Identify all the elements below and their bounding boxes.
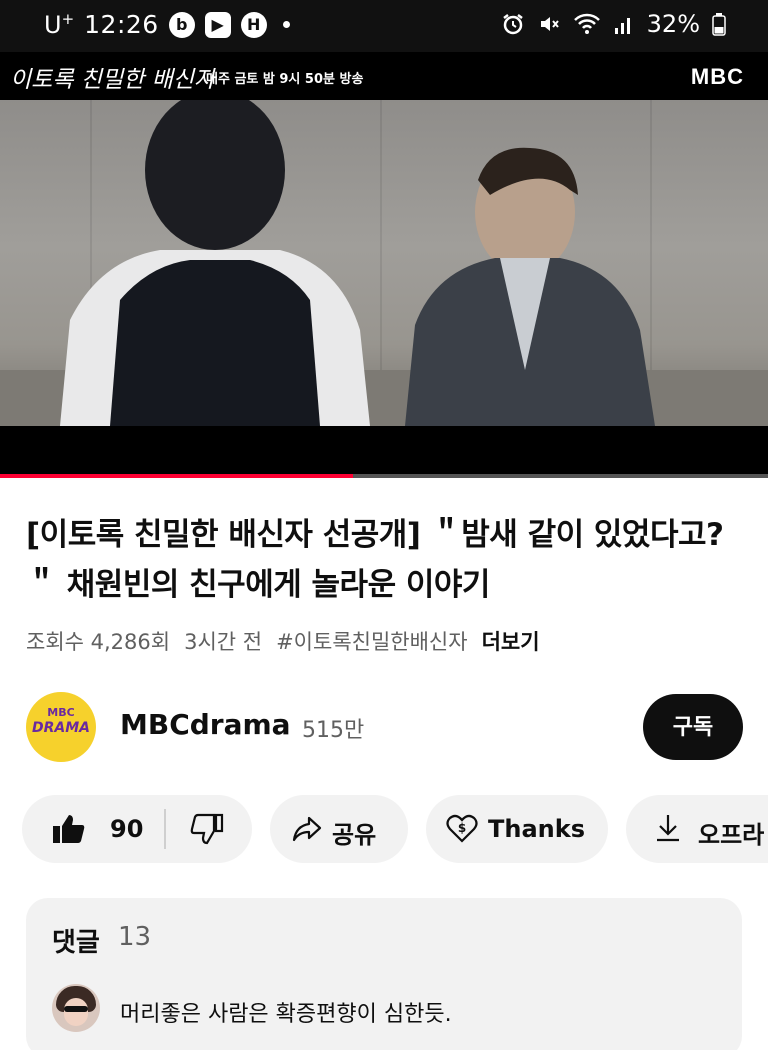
top-comment-text: 머리좋은 사람은 확증편향이 심한듯. [120, 1002, 452, 1027]
wifi-icon [573, 12, 601, 36]
dislike-button[interactable] [190, 813, 224, 845]
action-bar: 90 공유 $ Thanks 오프라 [22, 795, 768, 865]
video-title[interactable]: [이토록 친밀한 배신자 선공개] ＂밤새 같이 있었다고? ＂ 채원빈의 친구… [26, 510, 746, 610]
alarm-icon [501, 12, 525, 36]
notification-dot-icon [282, 21, 290, 28]
commenter-avatar [52, 984, 100, 1032]
video-meta[interactable]: 조회수 4,286회 3시간 전 #이토록친밀한배신자 더보기 [26, 626, 540, 656]
like-separator [164, 809, 166, 849]
subscriber-count: 515만 [302, 718, 365, 743]
video-details: [이토록 친밀한 배신자 선공개] ＂밤새 같이 있었다고? ＂ 채원빈의 친구… [0, 478, 768, 1050]
like-button[interactable] [52, 813, 86, 845]
video-frame [0, 100, 768, 426]
mute-icon [537, 12, 561, 36]
heart-dollar-icon: $ [446, 814, 478, 843]
battery-percent: 32% [646, 10, 700, 38]
b-icon: b [168, 11, 195, 38]
person-back-figure [60, 100, 370, 426]
show-title: 이토록 친밀한 배신자 [10, 67, 216, 93]
view-count: 조회수 4,286회 [26, 630, 171, 654]
like-count: 90 [110, 815, 144, 843]
clock: 12:26 [84, 10, 159, 39]
youtube-icon: ▶ [204, 11, 231, 38]
person-suit-figure [405, 147, 655, 426]
signal-icon [613, 12, 635, 36]
thumbs-down-icon [190, 813, 224, 845]
offline-save-button[interactable]: 오프라 [626, 795, 768, 863]
svg-text:$: $ [458, 821, 466, 835]
hashtag-link[interactable]: #이토록친밀한배신자 [276, 626, 467, 656]
thanks-button[interactable]: $ Thanks [426, 795, 608, 863]
mbc-logo: MBC [690, 64, 744, 89]
subscribe-button[interactable]: 구독 [643, 694, 743, 760]
channel-row[interactable]: MBC DRAMA MBCdrama 515만 구독 [26, 692, 746, 764]
comments-count: 13 [118, 922, 152, 952]
share-button[interactable]: 공유 [270, 795, 408, 863]
thumbs-up-icon [53, 815, 85, 843]
video-letterbox [0, 426, 768, 476]
status-bar: U+ 12:26 b ▶ H 32% [0, 0, 768, 52]
video-banner: 이토록 친밀한 배신자 매주 금토 밤 9시 50분 방송 MBC [0, 52, 768, 100]
comments-panel[interactable]: 댓글 13 머리좋은 사람은 확증편향이 심한듯. [26, 898, 742, 1050]
like-dislike-pill: 90 [22, 795, 252, 863]
channel-avatar[interactable]: MBC DRAMA [26, 692, 96, 762]
battery-icon [712, 12, 726, 36]
comments-header: 댓글 [52, 928, 100, 958]
carrier-label: U+ [44, 10, 75, 39]
video-player[interactable]: 이토록 친밀한 배신자 매주 금토 밤 9시 50분 방송 MBC [0, 52, 768, 476]
more-button[interactable]: 더보기 [482, 626, 540, 656]
broadcast-info: 매주 금토 밤 9시 50분 방송 [206, 72, 364, 87]
download-icon [657, 815, 679, 842]
share-icon [292, 816, 322, 842]
channel-name[interactable]: MBCdrama [120, 708, 291, 741]
h-icon: H [240, 11, 267, 38]
upload-time: 3시간 전 [184, 630, 263, 654]
